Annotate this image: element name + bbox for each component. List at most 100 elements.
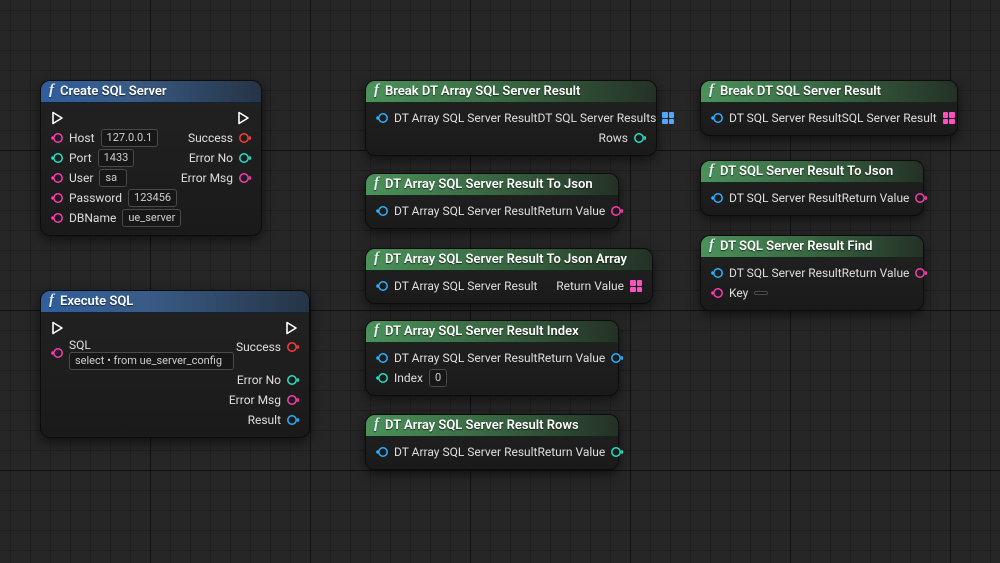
- errno-out-pin[interactable]: [239, 152, 251, 164]
- node-break-result[interactable]: f Break DT SQL Server Result DT SQL Serv…: [700, 80, 958, 136]
- title-text: DT Array SQL Server Result Rows: [385, 418, 579, 433]
- password-label: Password: [69, 191, 122, 205]
- exec-in-pin[interactable]: [51, 321, 65, 335]
- errmsg-label: Error Msg: [229, 393, 281, 407]
- node-execute-sql[interactable]: f Execute SQL SQL select • from ue_serve…: [40, 290, 310, 438]
- results-array-out-pin[interactable]: [662, 112, 674, 124]
- fn-icon: f: [49, 82, 54, 99]
- index-input[interactable]: 0: [429, 369, 447, 387]
- title-text: DT Array SQL Server Result To Json Array: [385, 252, 627, 267]
- title-text: DT SQL Server Result Find: [720, 239, 873, 254]
- success-out-pin[interactable]: [287, 341, 299, 353]
- return-value-label: Return Value: [842, 191, 910, 205]
- result-in-pin[interactable]: [711, 192, 723, 204]
- port-input[interactable]: 1433: [98, 149, 135, 167]
- node-array-result-rows[interactable]: f DT Array SQL Server Result Rows DT Arr…: [365, 414, 619, 470]
- errno-out-pin[interactable]: [287, 374, 299, 386]
- array-result-in-pin[interactable]: [376, 446, 388, 458]
- array-result-in-label: DT Array SQL Server Result: [394, 445, 537, 459]
- errno-label: Error No: [237, 373, 281, 387]
- node-array-result-to-json-array[interactable]: f DT Array SQL Server Result To Json Arr…: [365, 248, 653, 304]
- return-value-out-pin[interactable]: [611, 446, 623, 458]
- array-result-in-label: DT Array SQL Server Result: [394, 204, 537, 218]
- node-array-result-index[interactable]: f DT Array SQL Server Result Index DT Ar…: [365, 320, 619, 396]
- node-title: f DT Array SQL Server Result Index: [366, 321, 618, 343]
- key-label: Key: [729, 286, 748, 300]
- node-title: f Execute SQL: [41, 291, 309, 313]
- sql-input[interactable]: select • from ue_server_config: [69, 352, 234, 370]
- return-value-out-pin[interactable]: [915, 192, 927, 204]
- success-label: Success: [188, 131, 233, 145]
- errmsg-label: Error Msg: [181, 171, 233, 185]
- array-result-in-label: DT Array SQL Server Result: [394, 111, 537, 125]
- fn-icon: f: [49, 292, 54, 309]
- return-value-array-out-pin[interactable]: [630, 280, 642, 292]
- success-label: Success: [236, 340, 281, 354]
- node-array-result-to-json[interactable]: f DT Array SQL Server Result To Json DT …: [365, 173, 619, 229]
- result-in-label: DT SQL Server Result: [729, 191, 842, 205]
- return-value-label: Return Value: [556, 279, 624, 293]
- array-result-in-pin[interactable]: [376, 205, 388, 217]
- return-value-out-pin[interactable]: [611, 352, 623, 364]
- node-break-array-result[interactable]: f Break DT Array SQL Server Result DT Ar…: [365, 80, 657, 156]
- fn-icon: f: [709, 162, 714, 179]
- index-in-pin[interactable]: [376, 372, 388, 384]
- sql-label: SQL: [69, 338, 234, 352]
- errmsg-out-pin[interactable]: [239, 172, 251, 184]
- rows-out-label: Rows: [599, 131, 628, 145]
- node-title: f Create SQL Server: [41, 81, 261, 103]
- dbname-input[interactable]: ue_server: [122, 209, 181, 227]
- host-label: Host: [69, 131, 95, 145]
- return-value-out-pin[interactable]: [611, 205, 623, 217]
- user-label: User: [69, 171, 93, 185]
- title-text: Break DT SQL Server Result: [720, 84, 881, 99]
- key-input[interactable]: [754, 291, 768, 295]
- array-result-in-pin[interactable]: [376, 352, 388, 364]
- errmsg-out-pin[interactable]: [287, 394, 299, 406]
- return-value-out-pin[interactable]: [915, 267, 927, 279]
- sql-in-pin[interactable]: [51, 347, 63, 359]
- fn-icon: f: [709, 237, 714, 254]
- password-in-pin[interactable]: [51, 192, 63, 204]
- exec-out-pin[interactable]: [285, 321, 299, 335]
- user-in-pin[interactable]: [51, 172, 63, 184]
- return-value-label: Return Value: [537, 445, 605, 459]
- node-result-to-json[interactable]: f DT SQL Server Result To Json DT SQL Se…: [700, 160, 924, 216]
- results-out-label: DT SQL Server Results: [537, 111, 656, 125]
- array-result-in-pin[interactable]: [376, 112, 388, 124]
- result-label: Result: [248, 413, 281, 427]
- host-input[interactable]: 127.0.0.1: [101, 129, 159, 147]
- fn-icon: f: [374, 175, 379, 192]
- array-result-in-label: DT Array SQL Server Result: [394, 279, 537, 293]
- user-input[interactable]: sa: [99, 169, 127, 187]
- result-in-label: DT SQL Server Result: [729, 266, 842, 280]
- result-in-pin[interactable]: [711, 267, 723, 279]
- dbname-in-pin[interactable]: [51, 212, 63, 224]
- title-text: DT Array SQL Server Result To Json: [385, 177, 593, 192]
- result-in-label: DT SQL Server Result: [729, 111, 842, 125]
- success-out-pin[interactable]: [239, 132, 251, 144]
- node-title: f Break DT Array SQL Server Result: [366, 81, 656, 103]
- exec-in-pin[interactable]: [51, 111, 65, 125]
- node-result-find[interactable]: f DT SQL Server Result Find DT SQL Serve…: [700, 235, 924, 311]
- fn-icon: f: [374, 416, 379, 433]
- exec-out-pin[interactable]: [237, 111, 251, 125]
- result-map-out-pin[interactable]: [943, 112, 955, 124]
- errno-label: Error No: [189, 151, 233, 165]
- array-result-in-pin[interactable]: [376, 280, 388, 292]
- title-text: DT SQL Server Result To Json: [720, 164, 893, 179]
- result-out-label: SQL Server Result: [842, 111, 937, 125]
- result-out-pin[interactable]: [287, 414, 299, 426]
- password-input[interactable]: 123456: [128, 189, 177, 207]
- rows-out-pin[interactable]: [634, 132, 646, 144]
- port-in-pin[interactable]: [51, 152, 63, 164]
- node-title: f DT Array SQL Server Result To Json Arr…: [366, 249, 652, 271]
- array-result-in-label: DT Array SQL Server Result: [394, 351, 537, 365]
- result-in-pin[interactable]: [711, 112, 723, 124]
- node-create-sql-server[interactable]: f Create SQL Server Host 127.0.0.1 Succe…: [40, 80, 262, 236]
- return-value-label: Return Value: [537, 204, 605, 218]
- node-title: f DT Array SQL Server Result To Json: [366, 174, 618, 196]
- node-title: f Break DT SQL Server Result: [701, 81, 957, 103]
- key-in-pin[interactable]: [711, 287, 723, 299]
- host-in-pin[interactable]: [51, 132, 63, 144]
